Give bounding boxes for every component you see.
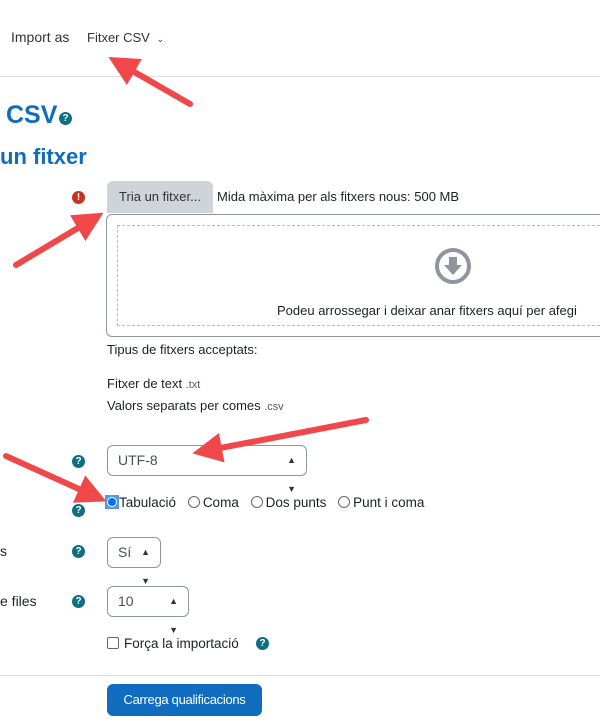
- accepted-type-txt: Fitxer de text .txt: [107, 376, 201, 391]
- upload-grades-button[interactable]: Carrega qualificacions: [107, 684, 262, 716]
- arrow-annotation: [13, 212, 104, 268]
- download-arrow-icon: [435, 248, 471, 284]
- help-icon[interactable]: ?: [59, 112, 72, 125]
- help-icon[interactable]: ?: [72, 504, 85, 517]
- checkbox[interactable]: [107, 637, 119, 649]
- import-as-label: Import as: [11, 29, 70, 45]
- dropzone-text: Podeu arrossegar i deixar anar fitxers a…: [277, 303, 577, 318]
- force-import-checkbox[interactable]: Força la importació: [107, 636, 239, 651]
- footer-divider: [0, 675, 600, 676]
- radio-dos-punts[interactable]: Dos punts: [250, 495, 326, 510]
- annotation-arrows: [3, 57, 369, 503]
- preview-rows-label: e files: [0, 593, 37, 609]
- import-format-dropdown[interactable]: Fitxer CSV ⌄: [87, 30, 164, 45]
- radio-coma[interactable]: Coma: [187, 495, 239, 510]
- page-title: CSV: [6, 101, 58, 129]
- separator-radio-group: Tabulació Coma Dos punts Punt i coma: [105, 495, 424, 510]
- required-error-icon: !: [72, 191, 85, 204]
- help-icon[interactable]: ?: [72, 595, 85, 608]
- help-icon[interactable]: ?: [72, 545, 85, 558]
- accepted-type-csv: Valors separats per comes .csv: [107, 398, 284, 413]
- verbose-select[interactable]: Sí ▲ ▼: [107, 537, 161, 586]
- section-title: un fitxer: [0, 144, 87, 169]
- preview-rows-select[interactable]: 10 ▲ ▼: [107, 586, 189, 635]
- file-dropzone[interactable]: Podeu arrossegar i deixar anar fitxers a…: [106, 214, 600, 337]
- encoding-select[interactable]: UTF-8 ▲ ▼: [107, 445, 307, 494]
- chevron-down-icon: ⌄: [156, 34, 165, 44]
- arrow-annotation: [108, 57, 193, 107]
- accepted-types-label: Tipus de fitxers acceptats:: [107, 342, 258, 357]
- help-icon[interactable]: ?: [256, 637, 269, 650]
- import-format-value: Fitxer CSV: [87, 30, 150, 45]
- header-divider: [0, 76, 600, 77]
- radio-tabulacio[interactable]: Tabulació: [105, 495, 176, 510]
- help-icon[interactable]: ?: [72, 455, 85, 468]
- radio-punt-i-coma[interactable]: Punt i coma: [338, 495, 424, 510]
- verbose-label: s: [0, 543, 7, 559]
- max-size-text: Mida màxima per als fitxers nous: 500 MB: [217, 189, 460, 204]
- choose-file-button[interactable]: Tria un fitxer...: [107, 181, 213, 213]
